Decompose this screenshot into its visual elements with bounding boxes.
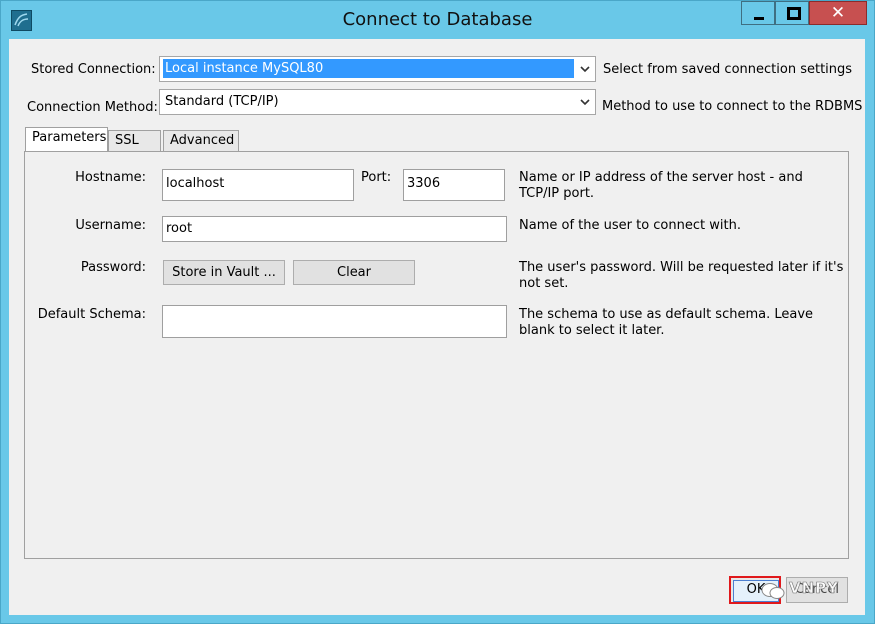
stored-connection-value: Local instance MySQL80 xyxy=(163,59,574,78)
default-schema-field[interactable] xyxy=(162,305,507,338)
chevron-down-icon xyxy=(580,99,590,106)
wechat-watermark-icon xyxy=(761,583,785,599)
password-hint-line2: not set. xyxy=(519,276,569,291)
default-schema-hint-line2: blank to select it later. xyxy=(519,323,665,338)
watermark-text: VNPY xyxy=(789,579,840,598)
hostname-label: Hostname: xyxy=(75,170,146,185)
connection-method-select[interactable]: Standard (TCP/IP) xyxy=(159,89,596,115)
port-field[interactable]: 3306 xyxy=(403,169,505,201)
stored-connection-select[interactable]: Local instance MySQL80 xyxy=(159,56,596,82)
store-in-vault-button[interactable]: Store in Vault ... xyxy=(163,260,285,285)
clear-password-button[interactable]: Clear xyxy=(293,260,415,285)
dialog-body: Stored Connection: Local instance MySQL8… xyxy=(9,39,865,615)
username-field[interactable]: root xyxy=(162,216,507,242)
connection-method-hint: Method to use to connect to the RDBMS xyxy=(602,99,863,114)
default-schema-label: Default Schema: xyxy=(37,307,146,322)
connection-method-value: Standard (TCP/IP) xyxy=(165,94,279,109)
password-hint-line1: The user's password. Will be requested l… xyxy=(519,260,844,275)
close-button[interactable]: ✕ xyxy=(809,1,867,25)
connection-method-label: Connection Method: xyxy=(27,100,158,115)
maximize-icon xyxy=(787,7,801,20)
username-label: Username: xyxy=(75,218,146,233)
stored-connection-hint: Select from saved connection settings xyxy=(603,62,853,77)
title-bar[interactable]: Connect to Database ✕ xyxy=(1,1,874,39)
hostname-hint-line1: Name or IP address of the server host - … xyxy=(519,170,803,185)
parameters-panel: Hostname: localhost Port: 3306 Name or I… xyxy=(24,151,849,559)
tab-advanced[interactable]: Advanced xyxy=(163,130,239,152)
password-label: Password: xyxy=(80,260,146,275)
close-icon: ✕ xyxy=(830,3,846,23)
hostname-hint-line2: TCP/IP port. xyxy=(519,186,595,201)
maximize-button[interactable] xyxy=(775,1,809,25)
hostname-field[interactable]: localhost xyxy=(162,169,354,201)
tab-parameters[interactable]: Parameters xyxy=(25,127,108,151)
port-label: Port: xyxy=(361,170,392,185)
chevron-down-icon xyxy=(580,66,590,73)
minimize-icon xyxy=(754,17,764,20)
stored-connection-label: Stored Connection: xyxy=(31,62,156,77)
username-hint: Name of the user to connect with. xyxy=(519,218,741,233)
default-schema-hint-line1: The schema to use as default schema. Lea… xyxy=(519,307,814,322)
connect-dialog: Connect to Database ✕ Stored Connection:… xyxy=(0,0,875,624)
tab-ssl[interactable]: SSL xyxy=(108,130,161,152)
minimize-button[interactable] xyxy=(741,1,775,25)
